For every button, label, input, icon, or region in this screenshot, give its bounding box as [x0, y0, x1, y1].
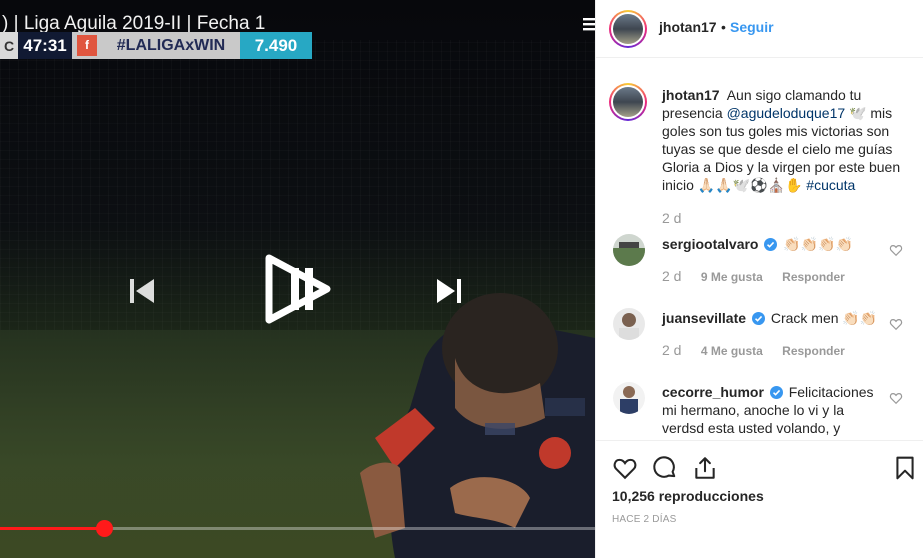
progress-bar[interactable]	[0, 520, 595, 537]
caption-username[interactable]: jhotan17	[662, 87, 720, 103]
comments-list[interactable]: jhotan17 Aun sigo clamando tu presencia …	[596, 59, 923, 440]
instagram-post-modal: ) | Liga Aguila 2019-II | Fecha 1 C 47:3…	[0, 0, 923, 558]
commenter-username[interactable]: juansevillate	[662, 310, 746, 326]
progress-fill	[0, 527, 105, 530]
caption-avatar[interactable]	[609, 83, 647, 121]
reply-button[interactable]: Responder	[782, 270, 845, 284]
separator-dot: •	[721, 19, 726, 35]
author-avatar-image	[613, 14, 643, 44]
author-avatar[interactable]	[609, 10, 647, 48]
comment-likes[interactable]: 9 Me gusta	[701, 270, 763, 284]
share-icon[interactable]	[692, 455, 718, 481]
menu-icon[interactable]	[583, 16, 595, 32]
commenter-username[interactable]: cecorre_humor	[662, 384, 764, 400]
commenter-username[interactable]: sergiootalvaro	[662, 236, 758, 252]
comment-text: juansevillate Crack men 👏🏻👏🏻	[662, 309, 884, 327]
comment-meta: 2 d 9 Me gusta Responder	[662, 268, 845, 284]
comment-bubble-icon[interactable]	[652, 455, 678, 481]
like-heart-icon[interactable]	[612, 455, 638, 481]
scoreboard-odds: 7.490	[240, 32, 312, 59]
verified-badge-icon	[764, 238, 778, 251]
follow-button[interactable]: Seguir	[730, 19, 774, 35]
post-actions: 10,256 reproducciones HACE 2 DÍAS	[596, 440, 923, 558]
comment-time[interactable]: 2 d	[662, 268, 681, 284]
comment-likes[interactable]: 4 Me gusta	[701, 344, 763, 358]
comment-text: sergiootalvaro 👏🏻👏🏻👏🏻👏🏻	[662, 235, 884, 253]
save-bookmark-icon[interactable]	[892, 455, 918, 481]
like-comment-heart-icon[interactable]	[889, 391, 903, 405]
like-comment-heart-icon[interactable]	[889, 317, 903, 331]
view-count[interactable]: 10,256 reproducciones	[612, 488, 764, 504]
comment-text: cecorre_humor Felicitaciones mi hermano,…	[662, 383, 884, 437]
scoreboard-tag: C	[0, 32, 18, 59]
player-figure	[360, 293, 595, 558]
sponsor-logo-letter: f	[77, 35, 97, 56]
comment-meta: 2 d 4 Me gusta Responder	[662, 342, 845, 358]
comment-body: 👏🏻👏🏻👏🏻👏🏻	[783, 236, 853, 252]
video-player[interactable]: ) | Liga Aguila 2019-II | Fecha 1 C 47:3…	[0, 0, 595, 558]
previous-icon[interactable]	[128, 277, 156, 305]
play-pause-icon[interactable]	[265, 254, 331, 324]
verified-badge-icon	[769, 386, 783, 399]
commenter-avatar[interactable]	[613, 308, 645, 340]
reply-button[interactable]: Responder	[782, 344, 845, 358]
comment-body: Crack men 👏🏻👏🏻	[770, 310, 878, 326]
scoreboard-hashtag: #LALIGAxWIN	[102, 32, 240, 59]
caption-time[interactable]: 2 d	[662, 210, 681, 226]
caption-avatar-image	[613, 87, 643, 117]
post-caption: jhotan17 Aun sigo clamando tu presencia …	[662, 86, 912, 194]
commenter-avatar[interactable]	[613, 234, 645, 266]
verified-badge-icon	[751, 312, 765, 325]
caption-mention-link[interactable]: @agudeloduque17	[727, 105, 846, 121]
next-icon[interactable]	[435, 277, 463, 305]
commenter-avatar[interactable]	[613, 382, 645, 414]
scoreboard-overlay: C 47:31 f #LALIGAxWIN 7.490	[0, 32, 312, 59]
comment-time[interactable]: 2 d	[662, 342, 681, 358]
caption-hashtag-link[interactable]: #cucuta	[806, 177, 855, 193]
sponsor-logo: f	[72, 32, 102, 59]
post-sidebar: jhotan17 • Seguir jhotan17 Aun sigo clam…	[595, 0, 923, 558]
post-header: jhotan17 • Seguir	[596, 0, 923, 58]
match-clock: 47:31	[18, 32, 72, 59]
author-username[interactable]: jhotan17	[659, 19, 717, 35]
like-comment-heart-icon[interactable]	[889, 243, 903, 257]
post-timestamp[interactable]: HACE 2 DÍAS	[612, 514, 676, 525]
progress-handle[interactable]	[96, 520, 114, 537]
